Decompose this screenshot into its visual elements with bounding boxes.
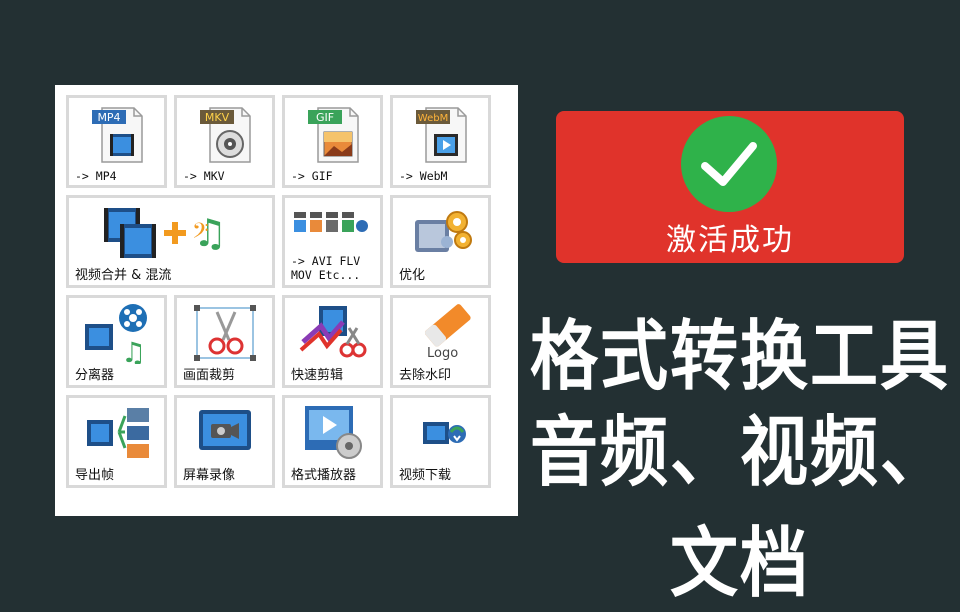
activation-success-badge: 激活成功 xyxy=(556,111,904,263)
webm-file-icon: WebM xyxy=(393,102,488,166)
tool-label: 视频下载 xyxy=(399,468,452,483)
tool-label: 快速剪辑 xyxy=(291,368,344,383)
tool-optimize[interactable]: 优化 xyxy=(390,195,491,288)
tool-remove-watermark[interactable]: Logo 去除水印 xyxy=(390,295,491,388)
tool-label: 屏幕录像 xyxy=(183,468,236,483)
headline-line-2: 音频、视频、文档 xyxy=(530,409,951,609)
svg-text:MKV: MKV xyxy=(204,111,229,124)
tool-screen-record[interactable]: 屏幕录像 xyxy=(174,395,275,488)
tool-crop[interactable]: 画面裁剪 xyxy=(174,295,275,388)
tool-to-gif[interactable]: GIF -> GIF xyxy=(282,95,383,188)
tool-label: 去除水印 xyxy=(399,368,452,383)
tool-format-player[interactable]: 格式播放器 xyxy=(282,395,383,488)
mkv-file-icon: MKV xyxy=(177,102,272,166)
screen-record-icon xyxy=(177,402,272,466)
tool-video-download[interactable]: 视频下载 xyxy=(390,395,491,488)
headline-line-1: 格式转换工具 xyxy=(530,313,951,402)
tool-label: -> MKV xyxy=(183,169,225,183)
tool-label: -> WebM xyxy=(399,169,448,183)
checkmark-icon xyxy=(681,116,777,212)
optimize-gears-icon xyxy=(393,202,488,266)
tool-label: -> AVI FLV MOV Etc... xyxy=(291,254,361,282)
tool-export-frames[interactable]: 导出帧 xyxy=(66,395,167,488)
tool-label: 分离器 xyxy=(75,368,115,383)
crop-scissors-icon xyxy=(177,302,272,366)
svg-text:𝄢: 𝄢 xyxy=(192,219,209,249)
tool-to-mkv[interactable]: MKV -> MKV xyxy=(174,95,275,188)
tool-label: 画面裁剪 xyxy=(183,368,236,383)
tool-label: 导出帧 xyxy=(75,468,115,483)
remove-watermark-icon: Logo xyxy=(393,302,488,366)
tools-panel: MP4 -> MP4 MKV -> MKV GIF -> GIF WebM ->… xyxy=(55,85,518,516)
svg-text:GIF: GIF xyxy=(315,111,333,124)
tool-label: -> GIF xyxy=(291,169,333,183)
video-merge-mux-icon: ♫ 𝄢 xyxy=(69,202,272,266)
svg-text:MP4: MP4 xyxy=(97,111,120,124)
tool-to-webm[interactable]: WebM -> WebM xyxy=(390,95,491,188)
tool-label: -> MP4 xyxy=(75,169,117,183)
tool-multi-format[interactable]: -> AVI FLV MOV Etc... xyxy=(282,195,383,288)
tool-label: 格式播放器 xyxy=(291,468,357,483)
splitter-icon: ♫ xyxy=(69,302,164,366)
tool-merge-mux[interactable]: ♫ 𝄢 视频合并 & 混流 xyxy=(66,195,275,288)
svg-text:Logo: Logo xyxy=(427,346,458,361)
tool-splitter[interactable]: ♫ 分离器 xyxy=(66,295,167,388)
tool-label: 视频合并 & 混流 xyxy=(75,268,172,283)
video-download-icon xyxy=(393,402,488,466)
svg-text:WebM: WebM xyxy=(417,113,447,124)
format-player-icon xyxy=(285,402,380,466)
export-frames-icon xyxy=(69,402,164,466)
activation-success-text: 激活成功 xyxy=(666,223,794,258)
mp4-file-icon: MP4 xyxy=(69,102,164,166)
tool-label: 优化 xyxy=(399,268,426,283)
tool-quick-clip[interactable]: 快速剪辑 xyxy=(282,295,383,388)
svg-text:♫: ♫ xyxy=(121,336,146,364)
gif-file-icon: GIF xyxy=(285,102,380,166)
quick-clip-icon xyxy=(285,302,380,366)
tool-to-mp4[interactable]: MP4 -> MP4 xyxy=(66,95,167,188)
